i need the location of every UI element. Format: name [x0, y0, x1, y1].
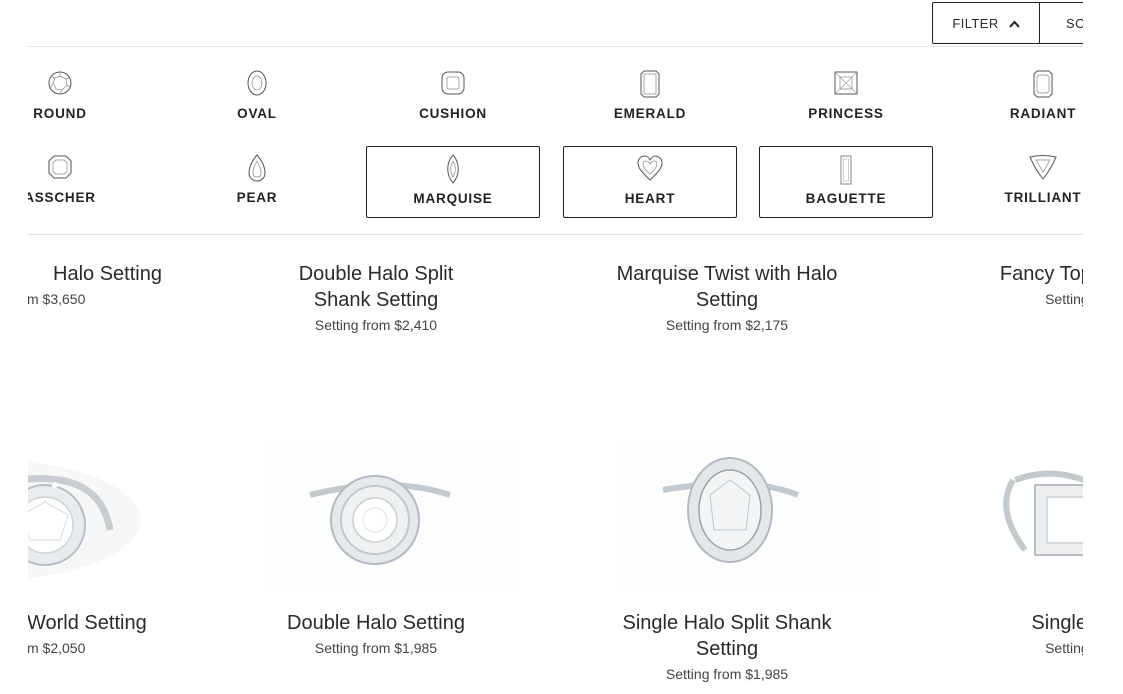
- top-bar: FILTER SO: [28, 0, 1083, 47]
- trilliant-shape-icon: [1029, 155, 1057, 180]
- shape-emerald[interactable]: EMERALD: [563, 62, 737, 134]
- shape-asscher[interactable]: ASSCHER: [28, 146, 147, 218]
- product-title[interactable]: Single Hal: [922, 610, 1083, 636]
- product-image-ring[interactable]: [618, 440, 873, 590]
- product-price: m $2,050: [28, 640, 86, 656]
- product-price: Setting from $1,985: [665, 666, 789, 682]
- asscher-shape-icon: [48, 155, 72, 179]
- product-image-ring[interactable]: [28, 440, 170, 590]
- product-image-ring[interactable]: [265, 440, 520, 590]
- chevron-up-icon: [1008, 16, 1020, 31]
- product-title[interactable]: Single Halo Split Shank Setting: [572, 610, 882, 662]
- filter-button[interactable]: FILTER: [932, 2, 1040, 44]
- product-price: Setting from $2,410: [314, 317, 438, 333]
- viewport: FILTER SO ROUND OVAL CUSHION EMERALD PRI…: [28, 0, 1083, 694]
- shape-radiant[interactable]: RADIANT: [956, 62, 1083, 134]
- product-card-world-setting[interactable]: World Setting m $2,050: [28, 610, 245, 656]
- shape-princess[interactable]: PRINCESS: [759, 62, 933, 134]
- product-card-single-halo[interactable]: Single Hal Setting fro: [922, 610, 1083, 656]
- shape-label: BAGUETTE: [805, 191, 887, 206]
- page-content: FILTER SO ROUND OVAL CUSHION EMERALD PRI…: [28, 0, 1083, 694]
- cushion-shape-icon: [441, 71, 465, 95]
- product-card-halo-setting[interactable]: Halo Setting m $3,650: [28, 261, 245, 307]
- shape-label: CUSHION: [419, 106, 487, 121]
- shape-cushion[interactable]: CUSHION: [366, 62, 540, 134]
- oval-shape-icon: [247, 70, 267, 96]
- shape-oval[interactable]: OVAL: [170, 62, 344, 134]
- shape-pear[interactable]: PEAR: [170, 146, 344, 218]
- radiant-shape-icon: [1033, 70, 1053, 98]
- product-title[interactable]: Fancy Top O Sett: [922, 261, 1083, 287]
- shape-round[interactable]: ROUND: [28, 62, 147, 134]
- product-price: Setting from $1,985: [314, 640, 438, 656]
- shape-label: PRINCESS: [808, 106, 884, 121]
- shape-label: OVAL: [237, 106, 277, 121]
- shape-marquise[interactable]: MARQUISE: [366, 146, 540, 218]
- shape-label: RADIANT: [1009, 106, 1077, 121]
- shape-label: TRILLIANT: [1004, 190, 1082, 205]
- product-title[interactable]: Double Halo Split Shank Setting: [221, 261, 531, 313]
- shape-label: HEART: [624, 191, 676, 206]
- product-title[interactable]: Marquise Twist with Halo Setting: [572, 261, 882, 313]
- product-card-double-halo-split-shank[interactable]: Double Halo Split Shank Setting Setting …: [221, 261, 531, 333]
- shape-label: MARQUISE: [413, 191, 493, 206]
- product-card-single-halo-split-shank[interactable]: Single Halo Split Shank Setting Setting …: [572, 610, 882, 682]
- pear-shape-icon: [248, 154, 266, 182]
- product-card-marquise-twist-halo[interactable]: Marquise Twist with Halo Setting Setting…: [572, 261, 882, 333]
- product-image-ring[interactable]: [955, 440, 1083, 590]
- princess-shape-icon: [834, 71, 858, 95]
- product-card-fancy-top[interactable]: Fancy Top O Sett Setting fro: [922, 261, 1083, 307]
- emerald-shape-icon: [640, 70, 660, 98]
- filter-button-label: FILTER: [952, 15, 999, 31]
- shape-label: ROUND: [33, 106, 87, 121]
- sort-button-label: SO: [1066, 15, 1083, 31]
- sort-button[interactable]: SO: [1039, 2, 1083, 44]
- shape-label: ASSCHER: [28, 190, 96, 205]
- product-title[interactable]: Halo Setting: [28, 261, 245, 287]
- product-card-double-halo-setting[interactable]: Double Halo Setting Setting from $1,985: [221, 610, 531, 656]
- product-price: Setting fro: [1045, 291, 1083, 307]
- shape-baguette[interactable]: BAGUETTE: [759, 146, 933, 218]
- filter-divider: [28, 234, 1083, 235]
- marquise-shape-icon: [447, 154, 459, 184]
- product-title[interactable]: Double Halo Setting: [221, 610, 531, 636]
- baguette-shape-icon: [840, 155, 852, 185]
- heart-shape-icon: [637, 155, 663, 181]
- shape-trilliant[interactable]: TRILLIANT: [956, 146, 1083, 218]
- product-price: Setting fro: [1045, 640, 1083, 656]
- shape-heart[interactable]: HEART: [563, 146, 737, 218]
- shape-label: PEAR: [236, 190, 278, 205]
- product-title[interactable]: World Setting: [28, 610, 245, 636]
- shape-label: EMERALD: [613, 106, 687, 121]
- product-price: m $3,650: [28, 291, 86, 307]
- round-shape-icon: [48, 71, 72, 95]
- product-price: Setting from $2,175: [665, 317, 789, 333]
